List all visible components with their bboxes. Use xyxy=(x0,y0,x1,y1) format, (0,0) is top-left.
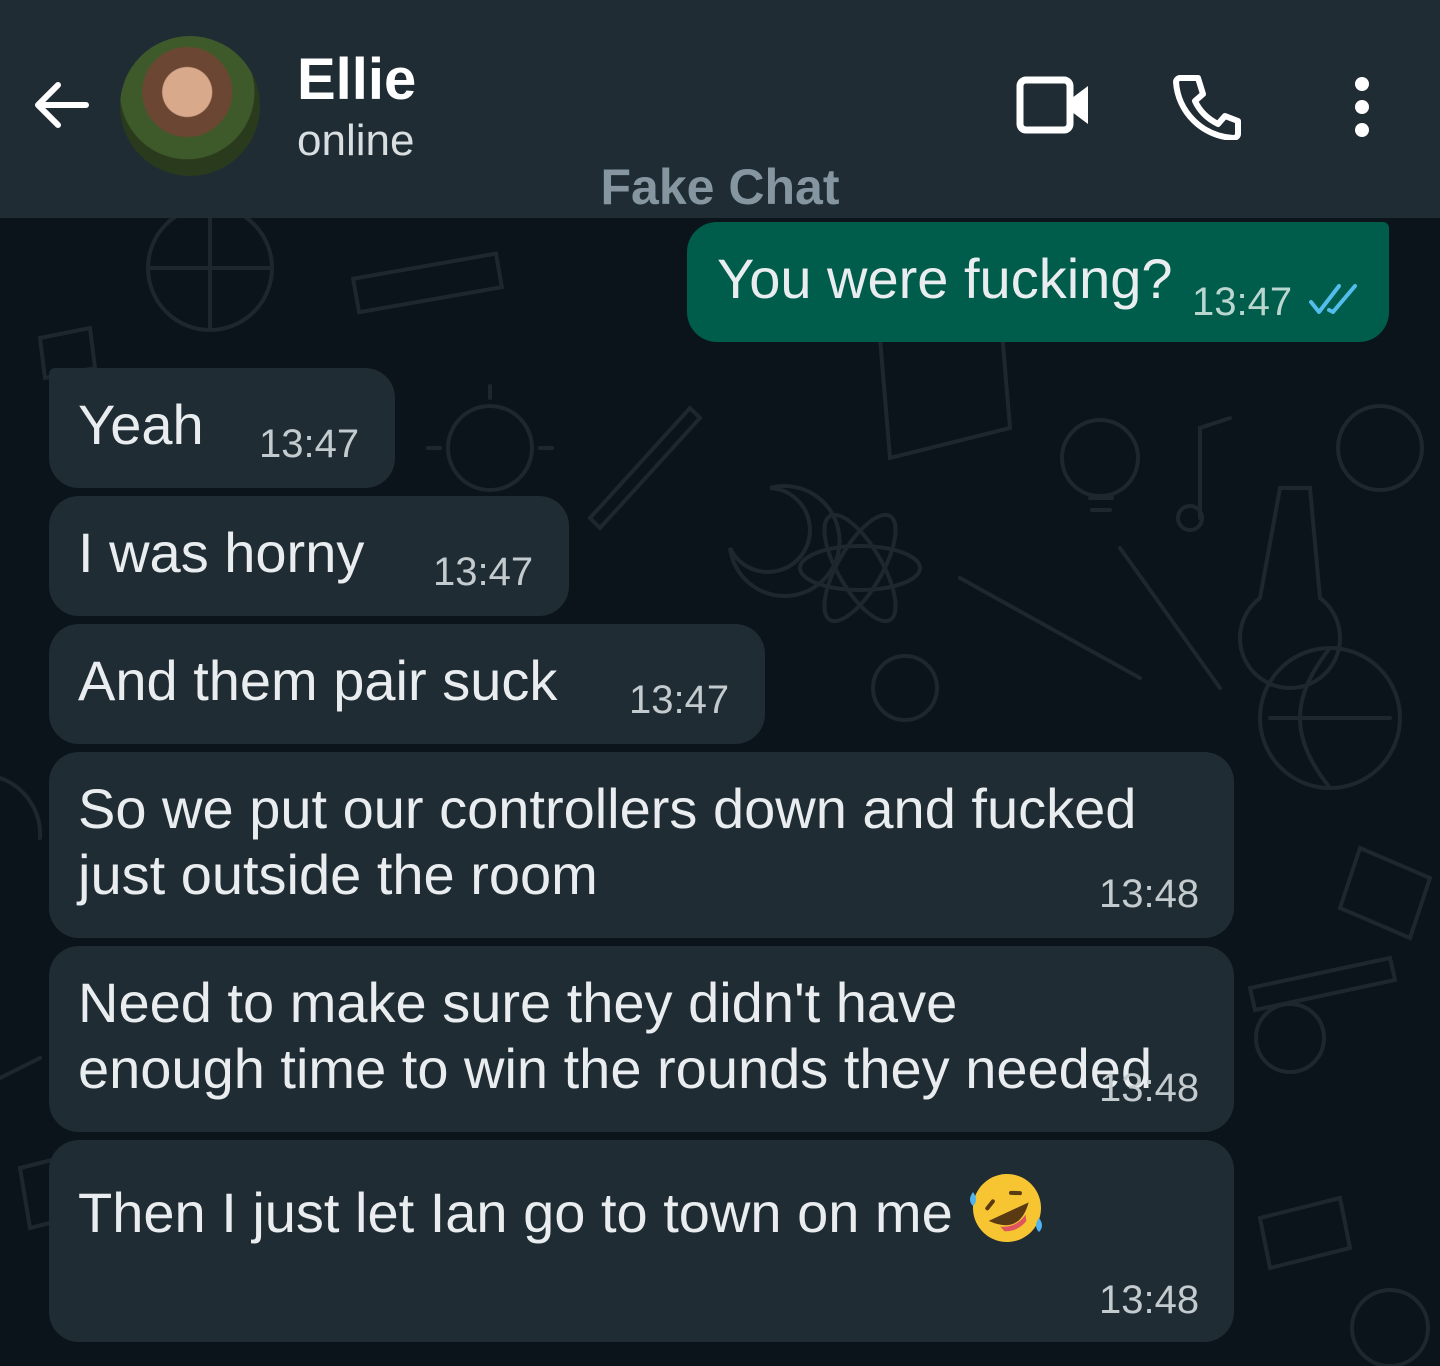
arrow-left-icon[interactable] xyxy=(28,72,94,138)
message-text: So we put our controllers down and fucke… xyxy=(78,777,1152,906)
message-bubble-incoming[interactable]: Need to make sure they didn't have enoug… xyxy=(49,946,1234,1132)
message-text: And them pair suck xyxy=(78,649,558,712)
message-text-row: Then I just let Ian go to town on me xyxy=(78,1170,1047,1246)
rolling-on-the-floor-laughing-emoji xyxy=(969,1174,1042,1242)
contact-name[interactable]: Ellie xyxy=(297,46,416,113)
message-text: Need to make sure they didn't have enoug… xyxy=(78,971,1153,1100)
message-time: 13:47 xyxy=(259,422,360,466)
double-check-read-icon xyxy=(1309,284,1357,314)
watermark-text: Fake Chat xyxy=(600,159,840,215)
avatar[interactable] xyxy=(120,36,260,176)
message-time: 13:47 xyxy=(1192,280,1293,324)
more-vertical-icon[interactable] xyxy=(1348,76,1376,138)
message-bubble-incoming[interactable]: I was horny 13:47 xyxy=(49,496,569,616)
video-camera-icon[interactable] xyxy=(1016,76,1092,134)
message-bubble-incoming[interactable]: Then I just let Ian go to town on me 13:… xyxy=(49,1140,1234,1342)
message-text: Then I just let Ian go to town on me xyxy=(78,1181,953,1244)
message-time: 13:48 xyxy=(1099,1278,1200,1322)
message-bubble-incoming[interactable]: And them pair suck 13:47 xyxy=(49,624,765,744)
message-bubble-incoming[interactable]: So we put our controllers down and fucke… xyxy=(49,752,1234,938)
message-text: Yeah xyxy=(78,393,204,456)
message-time: 13:48 xyxy=(1099,872,1200,916)
message-text: You were fucking? xyxy=(717,247,1173,310)
message-time: 13:47 xyxy=(433,550,534,594)
message-bubble-incoming[interactable]: Yeah 13:47 xyxy=(49,368,395,488)
message-time: 13:48 xyxy=(1099,1066,1200,1110)
phone-icon[interactable] xyxy=(1172,72,1242,140)
message-time: 13:47 xyxy=(629,678,730,722)
chat-header: Ellie online Fake Chat xyxy=(0,0,1440,218)
message-bubble-outgoing[interactable]: You were fucking? 13:47 xyxy=(687,222,1389,342)
message-text: I was horny xyxy=(78,521,365,584)
